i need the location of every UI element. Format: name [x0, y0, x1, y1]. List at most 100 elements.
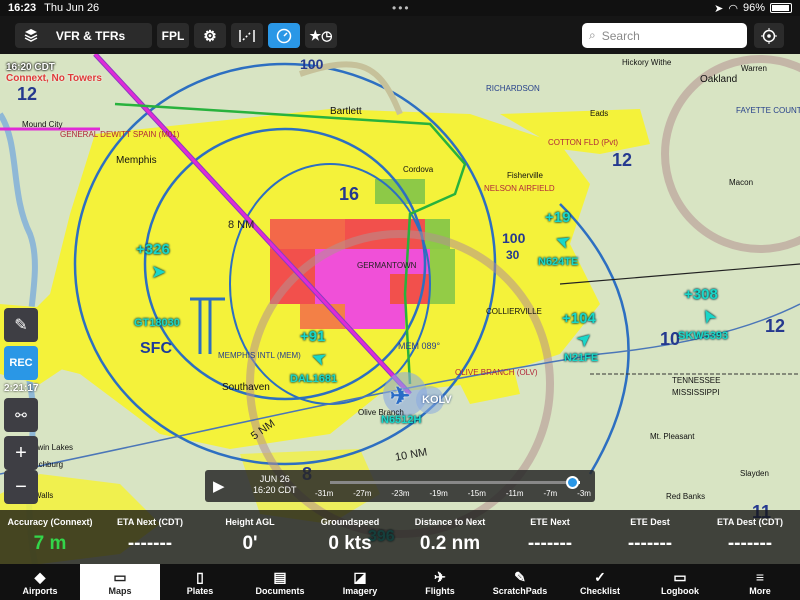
- route-tool-button[interactable]: ⚯: [4, 398, 38, 432]
- sfc-label: SFC: [140, 340, 172, 357]
- annotate-button[interactable]: ✎: [4, 308, 38, 342]
- tab-label: Documents: [255, 585, 305, 596]
- time-tick: -27m: [353, 489, 372, 498]
- traffic-alt[interactable]: +19: [545, 209, 570, 226]
- place-memphis: Memphis: [116, 155, 157, 166]
- status-indicators: ➤ ◠ 96%: [714, 2, 792, 15]
- play-icon: ▶: [213, 478, 225, 495]
- traffic-arrow-icon[interactable]: ➤: [152, 262, 165, 282]
- time-slider[interactable]: [330, 476, 580, 489]
- time-tick: -31m: [315, 489, 334, 498]
- instrument-label: Distance to Next: [414, 517, 486, 527]
- multitask-dots-icon[interactable]: •••: [392, 1, 411, 15]
- airport-fayette[interactable]: FAYETTE COUNTY (FYE): [736, 106, 800, 115]
- time-slider-ticks: -31m -27m -23m -19m -15m -11m -7m -3m: [315, 489, 591, 498]
- airport-richardson[interactable]: RICHARDSON: [486, 84, 540, 93]
- tab-imagery[interactable]: ◪ Imagery: [320, 564, 400, 600]
- animation-timebar: ▶ JUN 26 16:20 CDT -31m -27m -23m -19m -…: [205, 470, 595, 502]
- instrument-groundspeed[interactable]: Groundspeed 0 kts: [300, 510, 400, 564]
- airport-cotton-fld[interactable]: COTTON FLD (Pvt): [548, 138, 618, 147]
- instrument-value: -------: [127, 533, 173, 554]
- grid-number: 12: [612, 150, 633, 170]
- traffic-alt[interactable]: +104: [562, 310, 596, 327]
- grid-number: 100: [502, 230, 526, 246]
- instrument-height-agl[interactable]: Height AGL 0': [200, 510, 300, 564]
- timebar-time: 16:20 CDT: [253, 485, 297, 495]
- airport-general-dewitt[interactable]: GENERAL DEWITT SPAIN (M01): [60, 130, 179, 139]
- traffic-alt[interactable]: +308: [684, 286, 718, 303]
- time-slider-knob[interactable]: [565, 476, 579, 489]
- tab-flights[interactable]: ✈ Flights: [400, 564, 480, 600]
- tab-checklist[interactable]: ✓ Checklist: [560, 564, 640, 600]
- battery-percent: 96%: [742, 2, 765, 14]
- layers-icon: [24, 29, 38, 42]
- navaid-label: MEM 089°: [398, 341, 441, 351]
- airport-memphis-intl[interactable]: MEMPHIS INTL (MEM): [218, 351, 301, 360]
- traffic-id[interactable]: N624TE: [538, 256, 578, 268]
- search-field[interactable]: ⌕: [582, 23, 747, 48]
- ownship-tail[interactable]: N6512H: [381, 414, 421, 426]
- tab-label: Maps: [108, 585, 132, 596]
- instrument-ete-dest[interactable]: ETE Dest -------: [600, 510, 700, 564]
- logbook-icon: ▭: [673, 568, 687, 585]
- instrument-ete-next[interactable]: ETE Next -------: [500, 510, 600, 564]
- star-clock-icon: ★◷: [309, 27, 333, 43]
- favorites-button[interactable]: ★◷: [305, 23, 337, 48]
- tab-label: Airports: [22, 585, 58, 596]
- tab-more[interactable]: ≡ More: [720, 564, 800, 600]
- ownship-airport[interactable]: KOLV: [422, 394, 452, 406]
- tab-scratchpads[interactable]: ✎ ScratchPads: [480, 564, 560, 600]
- ownship-plane-icon[interactable]: ✈: [390, 382, 410, 411]
- route-button[interactable]: [231, 23, 263, 48]
- time-tick: -3m: [577, 489, 591, 498]
- place-macon: Macon: [729, 178, 754, 187]
- status-bar: 16:23 Thu Jun 26 ••• ➤ ◠ 96%: [0, 0, 800, 16]
- map-overlay-time: 16:20 CDT: [6, 62, 55, 73]
- tab-airports[interactable]: ◆ Airports: [0, 564, 80, 600]
- play-button[interactable]: ▶: [213, 477, 231, 495]
- tab-logbook[interactable]: ▭ Logbook: [640, 564, 720, 600]
- traffic-id[interactable]: DAL1681: [290, 373, 337, 385]
- place-red-banks: Red Banks: [666, 492, 706, 501]
- instrument-eta-dest[interactable]: ETA Dest (CDT) -------: [700, 510, 800, 564]
- instrument-distance-next[interactable]: Distance to Next 0.2 nm: [400, 510, 500, 564]
- tab-plates[interactable]: ▯ Plates: [160, 564, 240, 600]
- traffic-alt[interactable]: +326: [136, 241, 170, 258]
- instrument-accuracy[interactable]: Accuracy (Connext) 7 m: [0, 510, 100, 564]
- tab-documents[interactable]: ▤ Documents: [240, 564, 320, 600]
- record-button[interactable]: REC: [4, 346, 38, 380]
- traffic-id[interactable]: GT18030: [134, 317, 180, 329]
- zoom-in-button[interactable]: +: [4, 436, 38, 470]
- instrument-eta-next[interactable]: ETA Next (CDT) -------: [100, 510, 200, 564]
- instruments-button[interactable]: [268, 23, 300, 48]
- airport-olive-branch[interactable]: OLIVE BRANCH (OLV): [455, 368, 538, 377]
- place-cordova: Cordova: [403, 165, 434, 174]
- fpl-button[interactable]: FPL: [157, 23, 189, 48]
- traffic-alt[interactable]: +91: [300, 328, 325, 345]
- search-input[interactable]: [601, 28, 732, 43]
- place-twin-lakes: Twin Lakes: [33, 443, 74, 452]
- battery-icon: [770, 3, 792, 13]
- instrument-value: 0.2 nm: [419, 533, 481, 554]
- ring-label-8nm: 8 NM: [228, 219, 255, 231]
- status-time: 16:23: [8, 2, 37, 14]
- locate-button[interactable]: [754, 23, 784, 48]
- traffic-id[interactable]: SKW5393: [678, 330, 728, 342]
- record-timer: 2:21:17: [4, 383, 39, 394]
- time-tick: -11m: [505, 489, 524, 498]
- tab-label: ScratchPads: [492, 585, 548, 596]
- place-slayden: Slayden: [740, 469, 769, 478]
- instrument-label: Accuracy (Connext): [7, 517, 93, 527]
- place-collierville: COLLIERVILLE: [486, 307, 542, 316]
- instrument-label: ETE Dest: [630, 517, 670, 527]
- map-view[interactable]: 16:20 CDT Connext, No Towers Memphis Bar…: [0, 54, 800, 564]
- tab-bar: ◆ Airports ▭ Maps ▯ Plates ▤ Documents ◪ Imag…: [0, 564, 800, 600]
- tab-label: More: [749, 585, 771, 596]
- zoom-out-button[interactable]: −: [4, 470, 38, 504]
- settings-button[interactable]: ⚙: [194, 23, 226, 48]
- tab-maps[interactable]: ▭ Maps: [80, 564, 160, 600]
- traffic-id[interactable]: N21FE: [564, 352, 598, 364]
- airport-nelson[interactable]: NELSON AIRFIELD: [484, 184, 555, 193]
- layers-button[interactable]: VFR & TFRs: [15, 23, 152, 48]
- grid-number: 12: [17, 84, 38, 104]
